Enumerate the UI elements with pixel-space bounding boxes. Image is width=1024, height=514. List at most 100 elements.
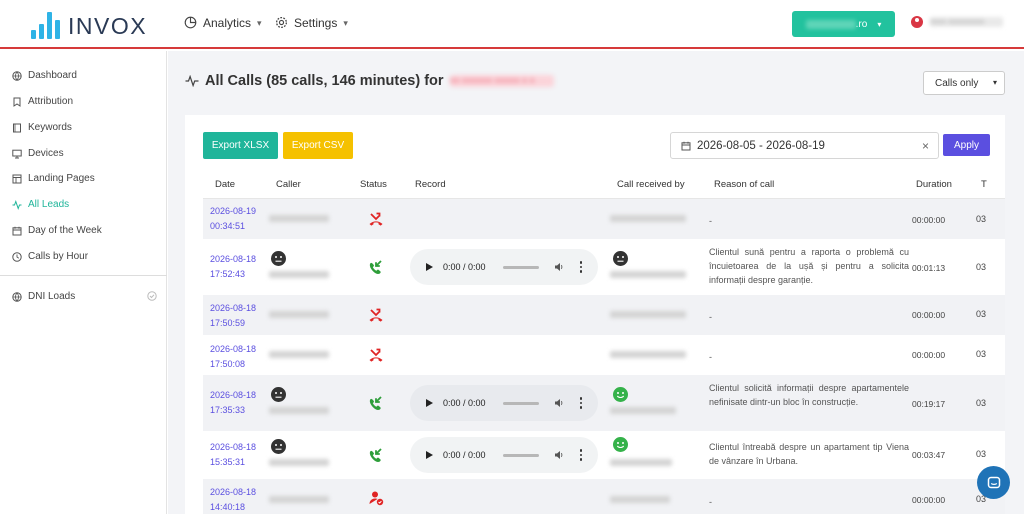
sidebar-divider bbox=[0, 275, 167, 276]
blocked-user-icon bbox=[369, 491, 384, 506]
receiver-name bbox=[610, 459, 672, 466]
analytics-label: Analytics bbox=[203, 16, 252, 30]
call-date-link[interactable]: 2026-08-18 17:35:33 bbox=[210, 388, 256, 418]
recording-time: 0:00 / 0:00 bbox=[443, 450, 486, 460]
sidebar-item-landing-pages[interactable]: Landing Pages bbox=[12, 173, 95, 184]
volume-icon[interactable] bbox=[554, 398, 564, 408]
call-recording-player[interactable]: 0:00 / 0:00 bbox=[410, 385, 598, 421]
call-reason: Clientul solicită informații despre apar… bbox=[709, 383, 909, 407]
call-date-link[interactable]: 2026-08-18 17:50:59 bbox=[210, 301, 256, 331]
date-range-input[interactable]: 2026-08-05 - 2026-08-19 × bbox=[670, 132, 939, 159]
clock-icon bbox=[12, 251, 22, 262]
call-date-link[interactable]: 2026-08-18 17:52:43 bbox=[210, 252, 256, 282]
sidebar-item-day-of-the-week[interactable]: Day of the Week bbox=[12, 225, 102, 236]
column-header-date[interactable]: Date bbox=[215, 179, 235, 190]
call-duration: 00:19:17 bbox=[912, 399, 946, 409]
call-t-value: 03 bbox=[976, 214, 987, 224]
sidebar-item-all-leads[interactable]: All Leads bbox=[12, 199, 69, 210]
sidebar-item-label: Attribution bbox=[28, 96, 74, 107]
monitor-icon bbox=[12, 149, 22, 159]
table-row[interactable]: 2026-08-18 14:40:18 - 00:00:00 03 bbox=[203, 479, 1005, 514]
apply-button[interactable]: Apply bbox=[943, 134, 990, 156]
call-recording-player[interactable]: 0:00 / 0:00 bbox=[410, 249, 598, 285]
check-circle-icon bbox=[147, 291, 157, 304]
neutral-face-icon bbox=[271, 387, 286, 402]
domain-hidden: xxxxxxxxxx bbox=[805, 19, 856, 31]
receiver-name bbox=[610, 407, 676, 414]
user-menu[interactable]: xxxx xxxxxxxxx bbox=[911, 16, 1003, 28]
caller-number bbox=[269, 271, 329, 278]
column-header-reason[interactable]: Reason of call bbox=[714, 179, 774, 190]
sidebar-item-dashboard[interactable]: Dashboard bbox=[12, 70, 77, 81]
call-date-link[interactable]: 2026-08-18 17:50:08 bbox=[210, 342, 256, 372]
invox-logo[interactable]: INVOX bbox=[31, 11, 147, 39]
table-row[interactable]: 2026-08-18 15:35:31 0:00 / 0:00 Clientul … bbox=[203, 431, 1005, 479]
call-t-value: 03 bbox=[976, 398, 987, 408]
more-options-icon[interactable] bbox=[579, 448, 583, 462]
more-options-icon[interactable] bbox=[579, 260, 583, 274]
page-title-text: All Calls (85 calls, 146 minutes) for bbox=[205, 73, 444, 89]
chat-icon bbox=[987, 476, 1000, 488]
sidebar-item-devices[interactable]: Devices bbox=[12, 148, 64, 159]
sidebar-item-calls-by-hour[interactable]: Calls by Hour bbox=[12, 251, 88, 262]
play-icon[interactable] bbox=[426, 399, 433, 407]
domain-selector-button[interactable]: xxxxxxxxxx .ro ▾ bbox=[792, 11, 895, 37]
calls-filter-select[interactable]: Calls only ▾ bbox=[923, 71, 1005, 95]
call-date-link[interactable]: 2026-08-18 14:40:18 bbox=[210, 485, 256, 514]
happy-face-icon bbox=[613, 437, 628, 452]
export-csv-button[interactable]: Export CSV bbox=[283, 132, 353, 159]
volume-icon[interactable] bbox=[554, 450, 564, 460]
calls-filter-value: Calls only bbox=[935, 77, 979, 89]
table-row[interactable]: 2026-08-18 17:35:33 0:00 / 0:00 Clientul … bbox=[203, 375, 1005, 431]
recording-progress-slider[interactable] bbox=[503, 453, 539, 457]
caller-number bbox=[269, 215, 329, 222]
call-recording-player[interactable]: 0:00 / 0:00 bbox=[410, 437, 598, 473]
call-duration: 00:00:00 bbox=[912, 310, 946, 320]
sidebar-item-dni-loads[interactable]: DNI Loads bbox=[12, 291, 157, 302]
column-header-call-received-by[interactable]: Call received by bbox=[617, 179, 685, 190]
column-header-t[interactable]: T bbox=[981, 179, 987, 190]
call-date-link[interactable]: 2026-08-18 15:35:31 bbox=[210, 440, 256, 470]
export-xlsx-button[interactable]: Export XLSX bbox=[203, 132, 278, 159]
volume-icon[interactable] bbox=[554, 262, 564, 272]
recording-time: 0:00 / 0:00 bbox=[443, 398, 486, 408]
receiver-name bbox=[610, 271, 686, 278]
recording-progress-slider[interactable] bbox=[503, 265, 539, 269]
call-duration: 00:00:00 bbox=[912, 350, 946, 360]
globe-icon bbox=[12, 291, 22, 302]
analytics-menu[interactable]: Analytics ▾ bbox=[184, 16, 262, 30]
page-title-hidden: xx xxxxxx xxxxx x x bbox=[449, 75, 554, 87]
book-icon bbox=[12, 123, 22, 133]
column-header-caller[interactable]: Caller bbox=[276, 179, 301, 190]
settings-menu[interactable]: Settings ▾ bbox=[275, 16, 348, 30]
play-icon[interactable] bbox=[426, 451, 433, 459]
table-row[interactable]: 2026-08-19 00:34:51 - 00:00:00 03 bbox=[203, 199, 1005, 239]
user-icon bbox=[911, 16, 923, 28]
chevron-down-icon: ▾ bbox=[992, 78, 997, 87]
call-reason: - bbox=[709, 312, 712, 322]
receiver-name bbox=[610, 496, 670, 503]
table-row[interactable]: 2026-08-18 17:50:59 - 00:00:00 03 bbox=[203, 295, 1005, 335]
chat-support-button[interactable] bbox=[977, 466, 1010, 499]
column-header-record[interactable]: Record bbox=[415, 179, 446, 190]
missed-call-icon bbox=[369, 308, 383, 322]
clear-icon[interactable]: × bbox=[922, 139, 929, 153]
table-row[interactable]: 2026-08-18 17:50:08 - 00:00:00 03 bbox=[203, 335, 1005, 375]
call-date-link[interactable]: 2026-08-19 00:34:51 bbox=[210, 204, 256, 234]
answered-call-icon bbox=[369, 260, 382, 275]
answered-call-icon bbox=[369, 396, 382, 411]
neutral-face-icon bbox=[613, 251, 628, 266]
column-header-status[interactable]: Status bbox=[360, 179, 387, 190]
more-options-icon[interactable] bbox=[579, 396, 583, 410]
sidebar-item-keywords[interactable]: Keywords bbox=[12, 122, 72, 133]
play-icon[interactable] bbox=[426, 263, 433, 271]
happy-face-icon bbox=[613, 387, 628, 402]
chevron-down-icon: ▾ bbox=[257, 17, 262, 28]
column-header-duration[interactable]: Duration bbox=[916, 179, 952, 190]
recording-progress-slider[interactable] bbox=[503, 401, 539, 405]
sidebar-item-label: Keywords bbox=[28, 122, 72, 133]
sidebar-item-attribution[interactable]: Attribution bbox=[12, 96, 73, 107]
table-row[interactable]: 2026-08-18 17:52:43 0:00 / 0:00 Clientul … bbox=[203, 239, 1005, 295]
sidebar-item-label: Day of the Week bbox=[28, 225, 102, 236]
pie-chart-icon bbox=[184, 16, 198, 30]
